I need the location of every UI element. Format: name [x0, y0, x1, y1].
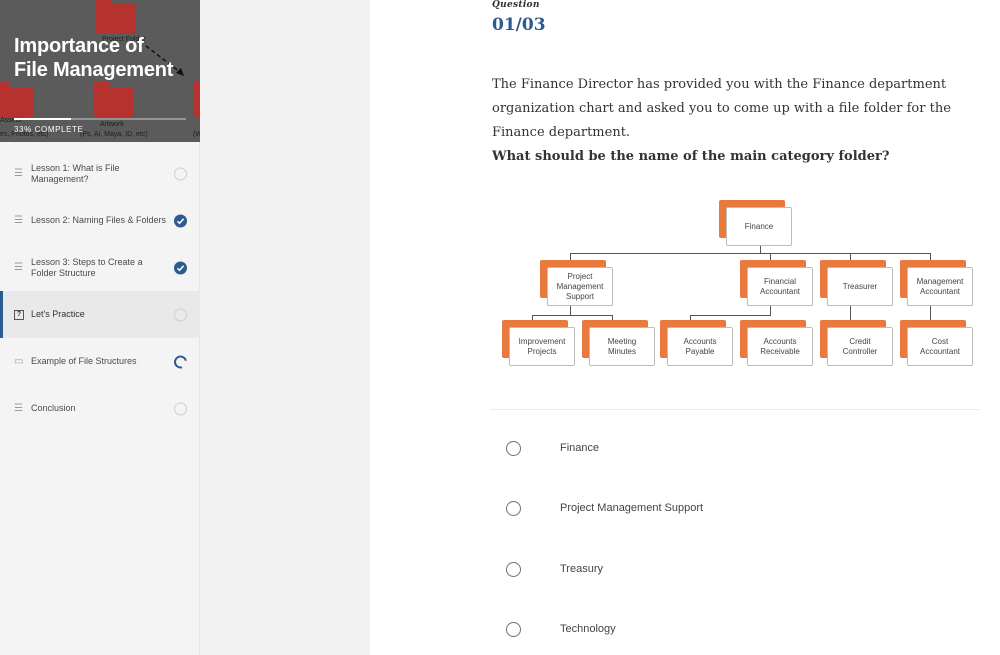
lesson-label: Lesson 3: Steps to Create a Folder Struc…: [31, 256, 143, 278]
connector-line: [850, 306, 851, 321]
folder-icon: [193, 82, 200, 117]
lesson-label: Let's Practice: [31, 309, 85, 319]
connector-line: [570, 253, 931, 254]
quiz-panel: Question 01/03 The Finance Director has …: [370, 0, 1000, 655]
media-icon: ▭: [14, 355, 24, 367]
org-node-management-accountant: Management Accountant: [900, 260, 973, 306]
not-started-status-icon: [174, 308, 187, 321]
folder-icon: [96, 0, 136, 34]
org-node-label: Improvement Projects: [509, 327, 575, 366]
question-number: 01/03: [492, 15, 546, 35]
question-box-icon: ?: [14, 309, 25, 320]
course-sidebar: Project Folder Assets es, Photos, etc) A…: [0, 0, 200, 655]
lesson-list: ☰ Lesson 1: What is File Management? ☰ L…: [0, 150, 200, 432]
question-prompt: The Finance Director has provided you wi…: [492, 77, 951, 140]
lesson-label: Conclusion: [31, 403, 76, 413]
question-text: What should be the name of the main cate…: [492, 149, 890, 164]
connector-line: [930, 306, 931, 321]
lines-icon: ☰: [14, 402, 23, 414]
org-node-credit-controller: Credit Controller: [820, 320, 893, 366]
org-chart-image: Finance Project Management Support Finan…: [498, 195, 974, 375]
org-node-label: Credit Controller: [827, 327, 893, 366]
lesson-item-2[interactable]: ☰ Lesson 2: Naming Files & Folders: [0, 197, 200, 244]
org-node-project-management-support: Project Management Support: [540, 260, 613, 306]
org-node-accounts-receivable: Accounts Receivable: [740, 320, 813, 366]
org-node-label: Treasurer: [827, 267, 893, 306]
radio-button[interactable]: [506, 440, 521, 456]
lines-icon: ☰: [14, 167, 23, 179]
completed-check-icon: [174, 261, 187, 274]
lesson-label: Lesson 1: What is File Management?: [31, 162, 120, 184]
course-title: Importance of File Management: [14, 34, 173, 82]
org-node-meeting-minutes: Meeting Minutes: [582, 320, 655, 366]
answer-label: Project Management Support: [560, 502, 704, 514]
org-node-label: Management Accountant: [907, 267, 973, 306]
answer-label: Treasury: [560, 563, 603, 575]
lesson-label: Lesson 2: Naming Files & Folders: [31, 215, 167, 225]
radio-button[interactable]: [506, 561, 521, 577]
connector-line: [770, 306, 771, 315]
not-started-status-icon: [174, 167, 187, 180]
answer-option-1[interactable]: Finance: [506, 438, 599, 458]
course-header: Project Folder Assets es, Photos, etc) A…: [0, 0, 200, 142]
in-progress-status-icon: [171, 352, 190, 371]
bg-label-artwork: Artwork: [100, 121, 124, 128]
connector-line: [690, 315, 771, 316]
lines-icon: ☰: [14, 261, 23, 273]
org-node-label: Cost Accountant: [907, 327, 973, 366]
lesson-item-6[interactable]: ☰ Conclusion: [0, 385, 200, 432]
progress-text: 33% COMPLETE: [14, 125, 84, 134]
progress-bar-fill: [14, 118, 71, 120]
lesson-item-4[interactable]: ? Let's Practice: [0, 291, 200, 338]
lesson-item-1[interactable]: ☰ Lesson 1: What is File Management?: [0, 150, 200, 197]
answer-option-3[interactable]: Treasury: [506, 559, 603, 579]
lines-icon: ☰: [14, 214, 23, 226]
answer-option-4[interactable]: Technology: [506, 619, 616, 639]
org-node-accounts-payable: Accounts Payable: [660, 320, 733, 366]
radio-button[interactable]: [506, 500, 521, 516]
org-node-cost-accountant: Cost Accountant: [900, 320, 973, 366]
folder-icon: [94, 82, 134, 117]
progress-bar: [14, 118, 186, 120]
org-node-label: Finance: [726, 207, 792, 246]
connector-line: [570, 306, 571, 315]
org-node-finance: Finance: [719, 200, 792, 246]
answer-option-2[interactable]: Project Management Support: [506, 498, 703, 518]
folder-icon: [0, 82, 34, 117]
org-node-improvement-projects: Improvement Projects: [502, 320, 575, 366]
org-node-label: Financial Accountant: [747, 267, 813, 306]
org-node-treasurer: Treasurer: [820, 260, 893, 306]
course-title-line-1: Importance of: [14, 35, 144, 57]
org-node-label: Project Management Support: [547, 267, 613, 306]
bg-label-w: (W: [193, 131, 200, 138]
bg-label-artwork-sub: (Ps, Ai, Maya, ID, etc): [80, 131, 148, 138]
lesson-label: Example of File Structures: [31, 356, 137, 366]
answer-label: Finance: [560, 442, 600, 454]
answer-label: Technology: [560, 623, 616, 635]
question-label: Question: [492, 0, 540, 10]
lesson-item-3[interactable]: ☰ Lesson 3: Steps to Create a Folder Str…: [0, 244, 200, 291]
divider: [490, 409, 980, 410]
org-node-label: Accounts Payable: [667, 327, 733, 366]
lesson-item-5[interactable]: ▭ Example of File Structures: [0, 338, 200, 385]
not-started-status-icon: [174, 402, 187, 415]
connector-line: [532, 315, 613, 316]
completed-check-icon: [174, 214, 187, 227]
radio-button[interactable]: [506, 621, 521, 637]
org-node-financial-accountant: Financial Accountant: [740, 260, 813, 306]
org-node-label: Meeting Minutes: [589, 327, 655, 366]
course-title-line-2: File Management: [14, 59, 174, 81]
org-node-label: Accounts Receivable: [747, 327, 813, 366]
